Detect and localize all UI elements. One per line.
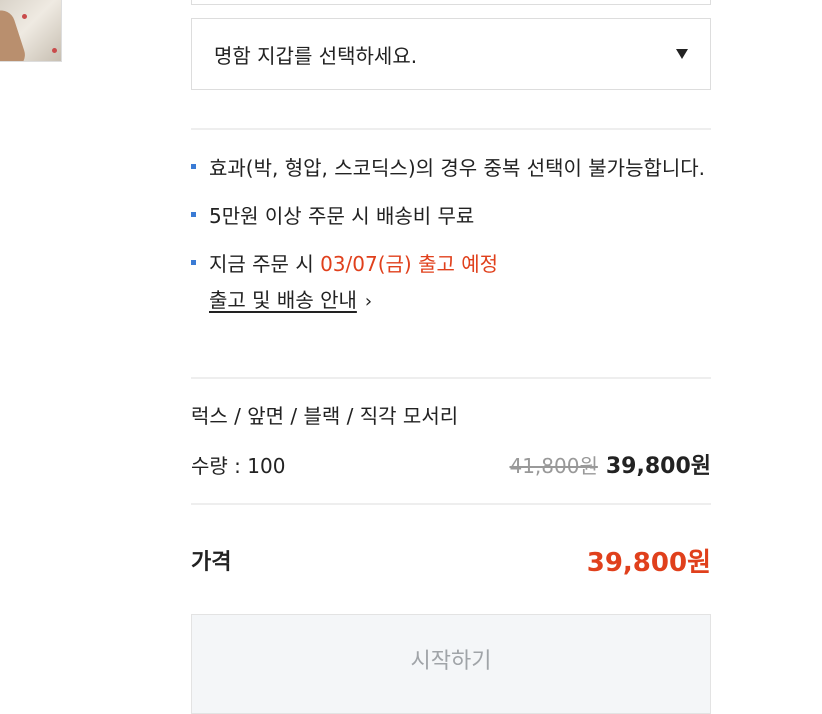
notice-list: 효과(박, 형압, 스코딕스)의 경우 중복 선택이 불가능합니다. 5만원 이…	[191, 150, 711, 332]
price-group: 41,800원 39,800원	[509, 448, 711, 480]
order-summary: 럭스 / 앞면 / 블랙 / 직각 모서리 수량 : 100 41,800원 3…	[191, 398, 711, 482]
divider	[191, 128, 711, 130]
bullet-icon	[191, 212, 196, 217]
total-price-row: 가격 39,800원	[191, 538, 711, 582]
notice-text: 5만원 이상 주문 시 배송비 무료	[209, 204, 475, 228]
start-button-label: 시작하기	[410, 649, 492, 674]
total-price: 39,800원	[586, 547, 711, 578]
thumbnail-dot	[22, 14, 27, 19]
notice-item: 5만원 이상 주문 시 배송비 무료	[191, 198, 711, 234]
sale-price: 39,800원	[605, 454, 711, 479]
divider	[191, 377, 711, 379]
bullet-icon	[191, 260, 196, 265]
shipping-date-text: 03/07(금) 출고 예정	[320, 252, 499, 276]
chevron-right-icon[interactable]: ›	[365, 284, 372, 320]
thumbnail-dot	[52, 48, 57, 53]
total-label: 가격	[191, 550, 232, 575]
selected-option-text: 럭스 / 앞면 / 블랙 / 직각 모서리	[191, 404, 459, 428]
notice-text: 효과(박, 형압, 스코딕스)의 경우 중복 선택이 불가능합니다.	[209, 156, 706, 180]
wallet-select-label: 명함 지갑를 선택하세요.	[214, 43, 418, 68]
notice-item: 효과(박, 형압, 스코딕스)의 경우 중복 선택이 불가능합니다.	[191, 150, 711, 186]
start-button[interactable]: 시작하기	[191, 614, 711, 714]
quantity-row: 수량 : 100 41,800원 39,800원	[191, 446, 711, 482]
notice-text: 지금 주문 시	[209, 252, 321, 276]
notice-item: 지금 주문 시 03/07(금) 출고 예정 출고 및 배송 안내 ›	[191, 246, 711, 320]
shipping-info-link-label: 출고 및 배송 안내	[209, 288, 357, 312]
divider	[191, 503, 711, 505]
original-price: 41,800원	[509, 454, 598, 478]
bullet-icon	[191, 164, 196, 169]
wallet-select-dropdown[interactable]: 명함 지갑를 선택하세요.	[191, 18, 711, 90]
product-thumbnail[interactable]	[0, 0, 62, 62]
quantity-text: 수량 : 100	[191, 453, 286, 478]
shipping-info-link[interactable]: 출고 및 배송 안내	[209, 282, 357, 318]
previous-option-select[interactable]	[191, 0, 711, 5]
triangle-down-icon	[676, 49, 688, 59]
